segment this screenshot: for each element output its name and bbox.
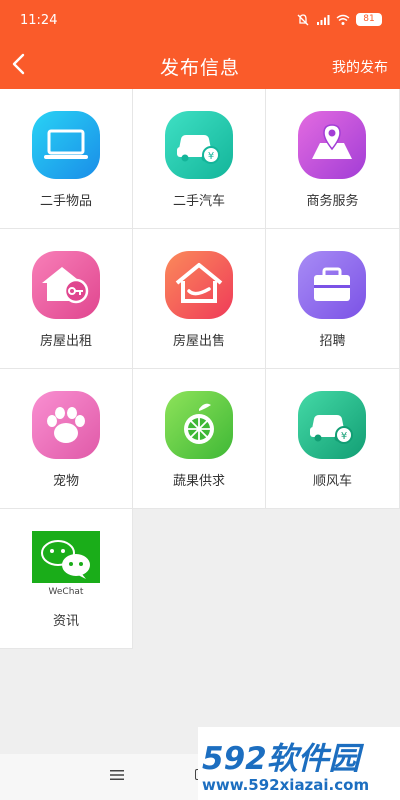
category-news[interactable]: WeChat 资讯 bbox=[0, 509, 133, 649]
category-carpool[interactable]: ¥ 顺风车 bbox=[266, 369, 400, 509]
category-house-sale[interactable]: 房屋出售 bbox=[133, 229, 266, 369]
category-business-services[interactable]: 商务服务 bbox=[266, 89, 400, 229]
category-fruits-vegetables[interactable]: 蔬果供求 bbox=[133, 369, 266, 509]
watermark: 592软件园 www.592xiazai.com bbox=[198, 727, 400, 800]
category-recruitment[interactable]: 招聘 bbox=[266, 229, 400, 369]
svg-text:¥: ¥ bbox=[208, 151, 214, 162]
category-label: 二手物品 bbox=[39, 194, 92, 209]
status-bar: 11:24 81 bbox=[0, 0, 400, 40]
battery-icon: 81 bbox=[356, 13, 382, 26]
fruit-icon bbox=[165, 391, 233, 459]
svg-text:¥: ¥ bbox=[341, 431, 347, 442]
category-label: 资讯 bbox=[52, 614, 79, 629]
paw-icon bbox=[32, 391, 100, 459]
my-posts-link[interactable]: 我的发布 bbox=[332, 57, 388, 77]
car-price-icon: ¥ bbox=[165, 111, 233, 179]
mute-icon bbox=[297, 13, 309, 25]
map-pin-icon bbox=[298, 111, 366, 179]
category-label: 房屋出售 bbox=[172, 334, 225, 349]
status-time: 11:24 bbox=[20, 13, 58, 28]
category-used-cars[interactable]: ¥ 二手汽车 bbox=[133, 89, 266, 229]
category-label: 蔬果供求 bbox=[172, 474, 225, 489]
laptop-icon bbox=[32, 111, 100, 179]
category-label: 房屋出租 bbox=[39, 334, 92, 349]
briefcase-icon bbox=[298, 251, 366, 319]
wechat-icon: WeChat bbox=[32, 531, 100, 599]
svg-text:WeChat: WeChat bbox=[49, 587, 84, 597]
watermark-brand: 592软件园 bbox=[202, 741, 360, 777]
house-key-icon bbox=[32, 251, 100, 319]
category-label: 宠物 bbox=[52, 474, 79, 489]
category-label: 顺风车 bbox=[312, 474, 352, 489]
category-pets[interactable]: 宠物 bbox=[0, 369, 133, 509]
nav-bar: 发布信息 我的发布 bbox=[0, 40, 400, 89]
category-label: 商务服务 bbox=[306, 194, 359, 209]
signal-icon bbox=[317, 14, 330, 25]
category-secondhand-goods[interactable]: 二手物品 bbox=[0, 89, 133, 229]
category-label: 二手汽车 bbox=[172, 194, 225, 209]
menu-icon[interactable] bbox=[110, 769, 124, 781]
category-house-rent[interactable]: 房屋出租 bbox=[0, 229, 133, 369]
house-hand-icon bbox=[165, 251, 233, 319]
wifi-icon bbox=[336, 14, 350, 25]
app-header: 11:24 81 发布信息 我的发布 bbox=[0, 0, 400, 89]
car-price-icon: ¥ bbox=[298, 391, 366, 459]
status-icons: 81 bbox=[296, 13, 382, 26]
watermark-url: www.592xiazai.com bbox=[202, 776, 370, 794]
category-label: 招聘 bbox=[319, 334, 346, 349]
